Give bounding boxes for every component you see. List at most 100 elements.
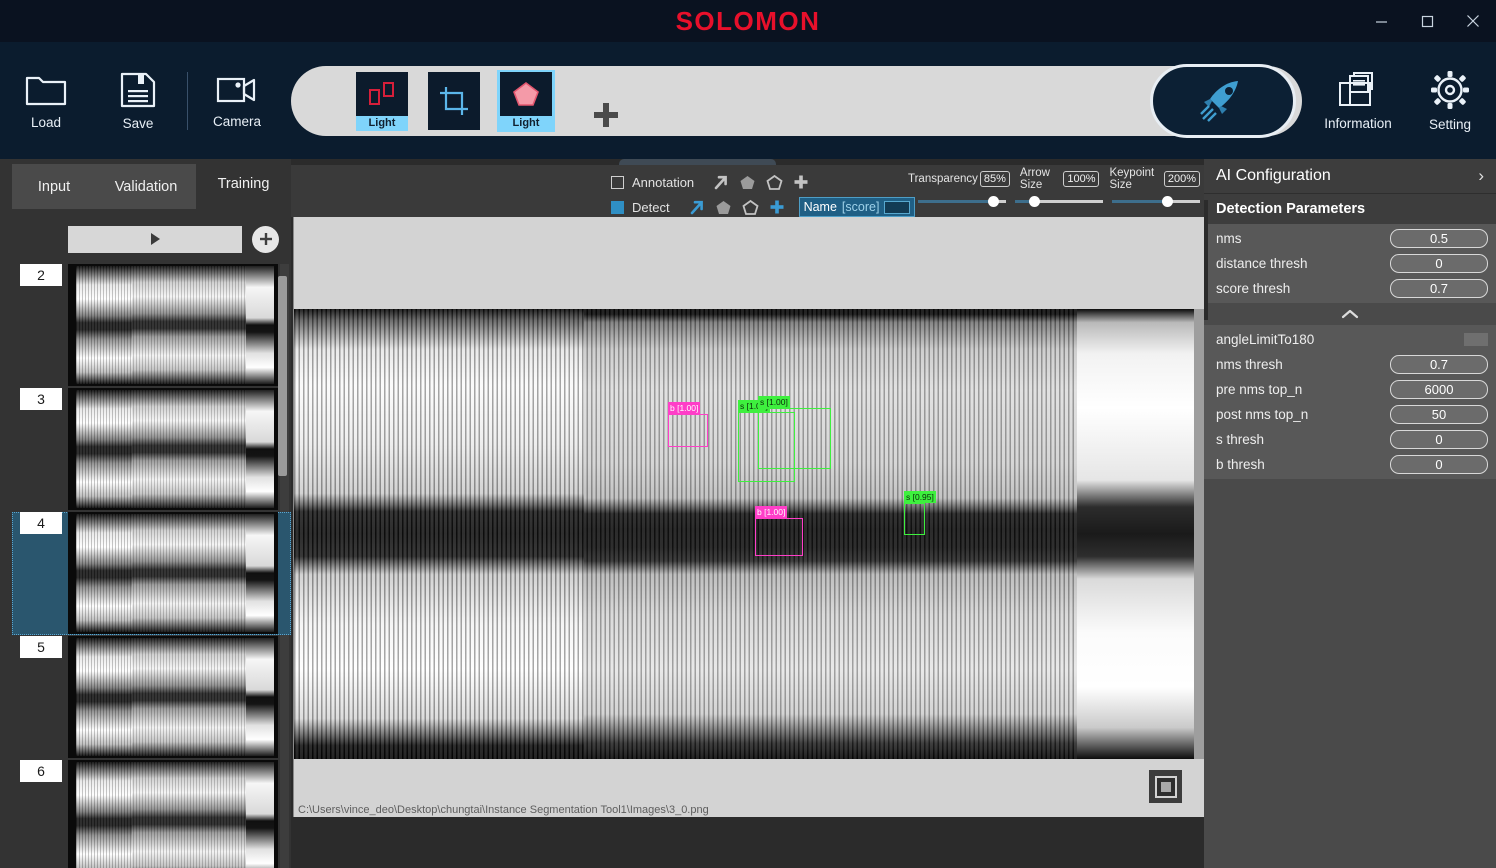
- param-value-input[interactable]: 50: [1390, 405, 1488, 424]
- detect-score-text: [score]: [841, 200, 880, 214]
- param-label: distance thresh: [1216, 256, 1308, 271]
- camera-button[interactable]: Camera: [191, 51, 283, 151]
- minimize-icon[interactable]: [1358, 0, 1404, 42]
- plus-icon[interactable]: [769, 199, 785, 215]
- outline-pentagon-icon[interactable]: [742, 199, 759, 216]
- transparency-slider[interactable]: [918, 195, 1006, 207]
- fit-to-screen-icon: [1154, 775, 1177, 798]
- add-image-button[interactable]: [252, 225, 279, 253]
- arrow-size-slider[interactable]: [1015, 195, 1103, 207]
- thumbnail-index: 6: [20, 760, 62, 782]
- list-item[interactable]: 5: [12, 636, 291, 759]
- detection-box[interactable]: b [1.00]: [668, 402, 708, 447]
- params-group-top: nms 0.5 distance thresh 0 score thresh 0…: [1204, 224, 1496, 303]
- thumbnail-image[interactable]: [68, 760, 278, 868]
- close-icon[interactable]: [1450, 0, 1496, 42]
- information-label: Information: [1324, 115, 1392, 131]
- crop-icon: [428, 71, 480, 130]
- param-row-nms-thresh[interactable]: nms thresh 0.7: [1204, 352, 1496, 377]
- param-row-distance-thresh[interactable]: distance thresh 0: [1204, 251, 1496, 276]
- image-canvas[interactable]: b [1.00] s [1.00] s [1.00] b [1.00] s [0…: [293, 217, 1205, 817]
- detect-shape-tools: [688, 199, 785, 216]
- thumbnail-image[interactable]: [68, 636, 278, 758]
- param-row-nms[interactable]: nms 0.5: [1204, 226, 1496, 251]
- model-item-1[interactable]: [425, 70, 483, 132]
- param-label: nms thresh: [1216, 357, 1283, 372]
- information-button[interactable]: Information: [1312, 51, 1404, 151]
- param-row-anglelimitto180[interactable]: angleLimitTo180: [1204, 327, 1496, 352]
- model-label-0: Light: [356, 115, 408, 131]
- detection-box[interactable]: b [1.00]: [755, 506, 803, 556]
- param-row-pre-nms-top-n[interactable]: pre nms top_n 6000: [1204, 377, 1496, 402]
- page-title: AI Configuration: [1216, 167, 1331, 184]
- arrow-icon[interactable]: [688, 199, 705, 216]
- filled-pentagon-icon[interactable]: [739, 174, 756, 191]
- plus-icon[interactable]: [793, 174, 809, 190]
- keypoint-size-slider[interactable]: [1112, 195, 1200, 207]
- model-item-2[interactable]: Light: [497, 69, 555, 132]
- title-bar: SOLOMON: [0, 0, 1496, 42]
- detect-name-field[interactable]: Name [score]: [798, 197, 916, 217]
- param-row-b-thresh[interactable]: b thresh 0: [1204, 452, 1496, 477]
- detect-checkbox[interactable]: [611, 200, 624, 214]
- thumbnail-image[interactable]: [68, 388, 278, 510]
- param-value-input[interactable]: [1464, 333, 1488, 346]
- keypoint-size-label: Keypoint Size: [1109, 167, 1155, 191]
- chevron-up-icon: [1341, 309, 1359, 319]
- param-label: angleLimitTo180: [1216, 332, 1315, 347]
- detection-box[interactable]: s [0.95]: [904, 491, 936, 535]
- param-value-input[interactable]: 0: [1390, 455, 1488, 474]
- chevron-right-icon[interactable]: ›: [1478, 166, 1484, 186]
- center-panel: Annotation Detect Name [score] Transpare…: [291, 159, 1205, 868]
- thumbnail-index: 3: [20, 388, 62, 410]
- application-window: SOLOMON Load Save Camera Light Light Inf…: [0, 0, 1496, 868]
- thumbnail-image[interactable]: [68, 264, 278, 386]
- detection-label: b [1.00]: [668, 402, 701, 414]
- outline-pentagon-icon[interactable]: [766, 174, 783, 191]
- detection-label: s [1.00]: [758, 396, 790, 408]
- param-value-input[interactable]: 0: [1390, 254, 1488, 273]
- run-inference-button[interactable]: [1150, 63, 1296, 138]
- load-button[interactable]: Load: [0, 51, 92, 151]
- param-value-input[interactable]: 0.7: [1390, 355, 1488, 374]
- camera-label: Camera: [212, 113, 261, 129]
- add-model-button[interactable]: [589, 98, 623, 132]
- param-value-input[interactable]: 0: [1390, 430, 1488, 449]
- annotation-toolbar: Annotation Detect Name [score] Transpare…: [291, 165, 1204, 217]
- filled-pentagon-icon[interactable]: [715, 199, 732, 216]
- transparency-value: 85%: [979, 171, 1010, 187]
- setting-button[interactable]: Setting: [1404, 51, 1496, 151]
- list-item[interactable]: 6: [12, 760, 291, 868]
- list-item-selected[interactable]: 4: [12, 512, 291, 635]
- maximize-icon[interactable]: [1404, 0, 1450, 42]
- list-item[interactable]: 2: [12, 264, 291, 387]
- detection-label: s [0.95]: [904, 491, 936, 503]
- arrow-icon[interactable]: [712, 174, 729, 191]
- tab-training[interactable]: Training: [196, 159, 291, 209]
- playback-row: [12, 221, 291, 257]
- param-row-score-thresh[interactable]: score thresh 0.7: [1204, 276, 1496, 301]
- detection-parameters-title: Detection Parameters: [1204, 194, 1496, 224]
- annotation-checkbox[interactable]: [611, 175, 624, 189]
- param-row-post-nms-top-n[interactable]: post nms top_n 50: [1204, 402, 1496, 427]
- ai-configuration-header[interactable]: AI Configuration ›: [1204, 159, 1496, 194]
- param-value-input[interactable]: 0.7: [1390, 279, 1488, 298]
- thumbnail-image[interactable]: [68, 512, 278, 634]
- arrow-size-value: 100%: [1063, 171, 1100, 187]
- fit-to-screen-button[interactable]: [1149, 770, 1182, 803]
- param-row-s-thresh[interactable]: s thresh 0: [1204, 427, 1496, 452]
- image-scrollbar-thumb[interactable]: [1194, 309, 1204, 759]
- save-button[interactable]: Save: [92, 51, 184, 151]
- play-button[interactable]: [68, 225, 242, 253]
- param-value-input[interactable]: 0.5: [1390, 229, 1488, 248]
- specimen-image[interactable]: b [1.00] s [1.00] s [1.00] b [1.00] s [0…: [294, 309, 1205, 759]
- list-item[interactable]: 3: [12, 388, 291, 511]
- tab-input[interactable]: Input: [12, 164, 96, 209]
- model-item-0[interactable]: Light: [353, 70, 411, 132]
- param-value-input[interactable]: 6000: [1390, 380, 1488, 399]
- image-scrollbar-vertical[interactable]: [1194, 309, 1204, 759]
- tab-validation[interactable]: Validation: [96, 164, 196, 209]
- thumbnail-list[interactable]: 2 3 4 5 6: [12, 264, 291, 868]
- detection-box[interactable]: s [1.00]: [758, 396, 831, 469]
- collapse-toggle[interactable]: [1204, 303, 1496, 325]
